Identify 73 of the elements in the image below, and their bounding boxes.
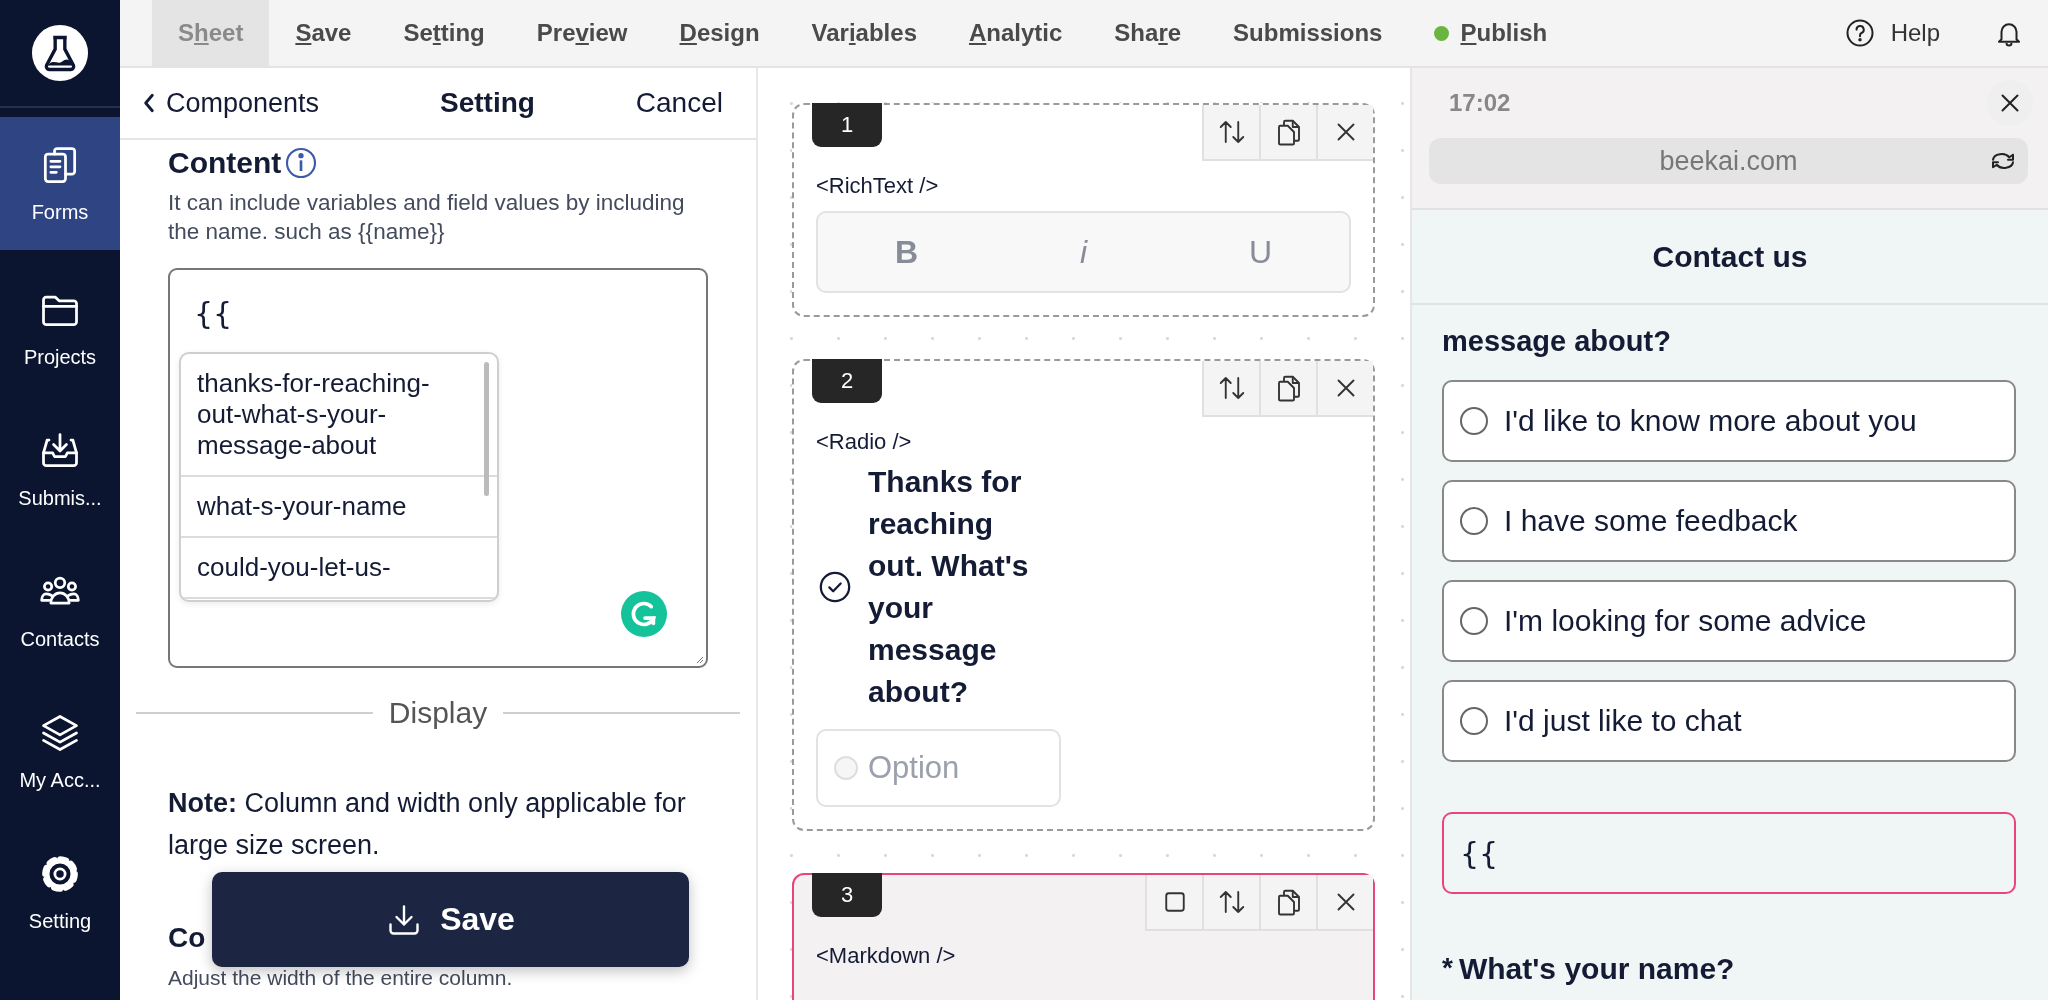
duplicate-button[interactable] [1259, 361, 1316, 417]
select-button[interactable] [1145, 875, 1202, 931]
save-button[interactable]: Save [212, 872, 689, 967]
menu-tab[interactable]: Save [269, 0, 378, 66]
menu-tab[interactable]: Share [1088, 0, 1208, 66]
delete-button[interactable] [1316, 361, 1373, 417]
chevron-left-icon [142, 92, 156, 114]
question-text: Thanks for reaching out. What's your message about? [868, 464, 1030, 710]
menu-tab[interactable]: Design [653, 0, 786, 66]
section-heading: Co [168, 922, 206, 954]
duplicate-button[interactable] [1259, 105, 1316, 161]
delete-button[interactable] [1316, 875, 1373, 931]
close-button[interactable] [1987, 80, 2033, 126]
section-description: It can include variables and field values by including the name. such as {{name}} [168, 189, 686, 246]
delete-button[interactable] [1316, 105, 1373, 161]
section-heading: Content [168, 146, 282, 180]
sidebar-item[interactable]: My Acc... [0, 681, 120, 822]
menu-tab[interactable]: Preview [510, 0, 654, 66]
component-card[interactable]: 3 <Markdown /> [792, 873, 1375, 1000]
reorder-button[interactable] [1202, 361, 1259, 417]
clock-time: 17:02 [1449, 89, 1511, 117]
back-link[interactable]: Components [142, 87, 320, 119]
component-tag: <RichText /> [816, 171, 1351, 201]
radio-option[interactable]: I'd like to know more about you [1442, 380, 2016, 462]
option-label: I'm looking for some advice [1504, 604, 1867, 638]
help-link[interactable]: Help [1844, 18, 1940, 48]
text-field[interactable]: {{ [1442, 812, 2016, 894]
reorder-button[interactable] [1202, 875, 1259, 931]
info-icon[interactable] [285, 147, 318, 179]
resize-handle-icon[interactable] [696, 656, 704, 664]
section-heading: Display [388, 696, 488, 730]
menu-tab[interactable]: Setting [377, 0, 511, 66]
component-card[interactable]: 1 <RichText /> B i U [792, 103, 1375, 317]
radio-option[interactable]: I'd just like to chat [1442, 680, 2016, 762]
cancel-button[interactable]: Cancel [635, 87, 723, 119]
component-tag: <Radio /> [816, 427, 1351, 457]
field-value: {{ [194, 296, 233, 331]
sidebar-item[interactable]: Forms [0, 117, 120, 250]
note-text: Note: Column and width only applicable for large size screen. [168, 787, 687, 862]
number-badge: 2 [812, 359, 882, 403]
radio-icon [834, 756, 858, 780]
form-title: Contact us [1652, 239, 1808, 274]
menu-tab[interactable]: Submissions [1207, 0, 1409, 66]
number-badge: 1 [812, 103, 882, 147]
question-text: What's your name? [1458, 952, 1735, 986]
sidebar-item[interactable]: Setting [0, 822, 120, 963]
radio-option[interactable]: I'm looking for some advice [1442, 580, 2016, 662]
section-description: Adjust the width of the entire column. [168, 966, 514, 990]
question-text: message about? [1442, 325, 1672, 358]
address-field[interactable]: beekai.com [1429, 138, 2028, 184]
flask-logo-icon [31, 24, 89, 82]
reorder-button[interactable] [1202, 105, 1259, 161]
check-circle-icon [818, 570, 852, 604]
component-tag: <Markdown /> [816, 941, 1351, 971]
scrollbar-thumb[interactable] [484, 362, 489, 496]
menu-tab[interactable]: Variables [785, 0, 943, 66]
required-mark: * [1442, 952, 1453, 985]
menu-tab[interactable]: Analytic [943, 0, 1089, 66]
duplicate-button[interactable] [1259, 875, 1316, 931]
component-card[interactable]: 2 <Radio /> Thanks for reaching out. What's your message about? Option [792, 359, 1375, 831]
help-icon [1844, 18, 1875, 48]
sidebar-item[interactable]: Submis... [0, 399, 120, 540]
sidebar-item[interactable]: Contacts [0, 540, 120, 681]
option-label: I have some feedback [1504, 504, 1798, 538]
menu-tab[interactable]: Publish [1408, 0, 1574, 66]
radio-option[interactable]: I have some feedback [1442, 480, 2016, 562]
suggestion-item[interactable]: could-you-let-us- [181, 538, 497, 599]
content-field[interactable]: {{ thanks-for-reaching-out-what-s-your-message-about what-s-your-name could-you-let-us- [168, 268, 708, 668]
panel-title: Setting [440, 87, 535, 119]
sidebar-item[interactable]: Projects [0, 258, 120, 399]
number-badge: 3 [812, 873, 882, 917]
option-label: I'd just like to chat [1504, 704, 1742, 738]
option-label: I'd like to know more about you [1504, 404, 1917, 438]
